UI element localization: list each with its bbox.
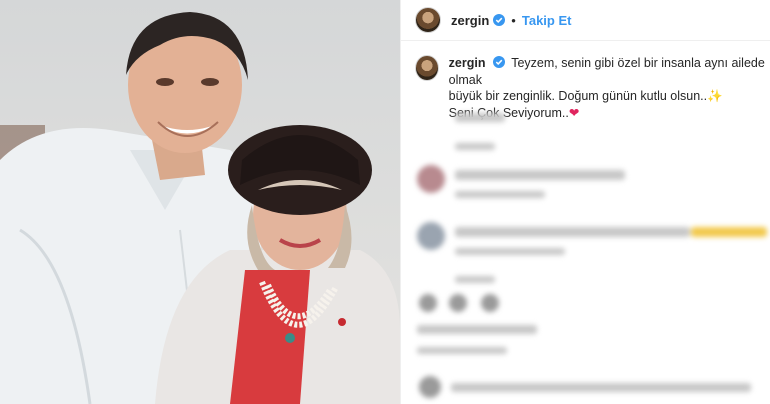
heart-icon: ❤ xyxy=(568,105,580,120)
caption: zergin Teyzem, senin gibi özel bir insan… xyxy=(415,55,767,121)
post-panel: zergin • Takip Et zergin Teyzem, senin g… xyxy=(400,0,770,404)
post-header: zergin • Takip Et xyxy=(401,0,770,41)
separator: • xyxy=(511,12,516,28)
photo-illustration xyxy=(0,0,400,404)
verified-badge-icon xyxy=(492,56,505,68)
caption-line-2: büyük bir zenginlik. Doğum günün kutlu o… xyxy=(448,89,708,103)
username[interactable]: zergin xyxy=(451,13,489,28)
post-photo[interactable] xyxy=(0,0,400,404)
verified-badge-icon xyxy=(493,14,506,26)
sparkle-icon: ✨ xyxy=(707,89,723,103)
follow-button[interactable]: Takip Et xyxy=(522,13,572,28)
instagram-post: zergin • Takip Et zergin Teyzem, senin g… xyxy=(0,0,770,404)
caption-avatar[interactable] xyxy=(415,55,439,81)
caption-username[interactable]: zergin xyxy=(449,56,486,70)
caption-text: zergin Teyzem, senin gibi özel bir insan… xyxy=(449,55,767,121)
avatar[interactable] xyxy=(415,7,441,33)
caption-line-3: Seni Çok Seviyorum.. xyxy=(448,105,569,120)
